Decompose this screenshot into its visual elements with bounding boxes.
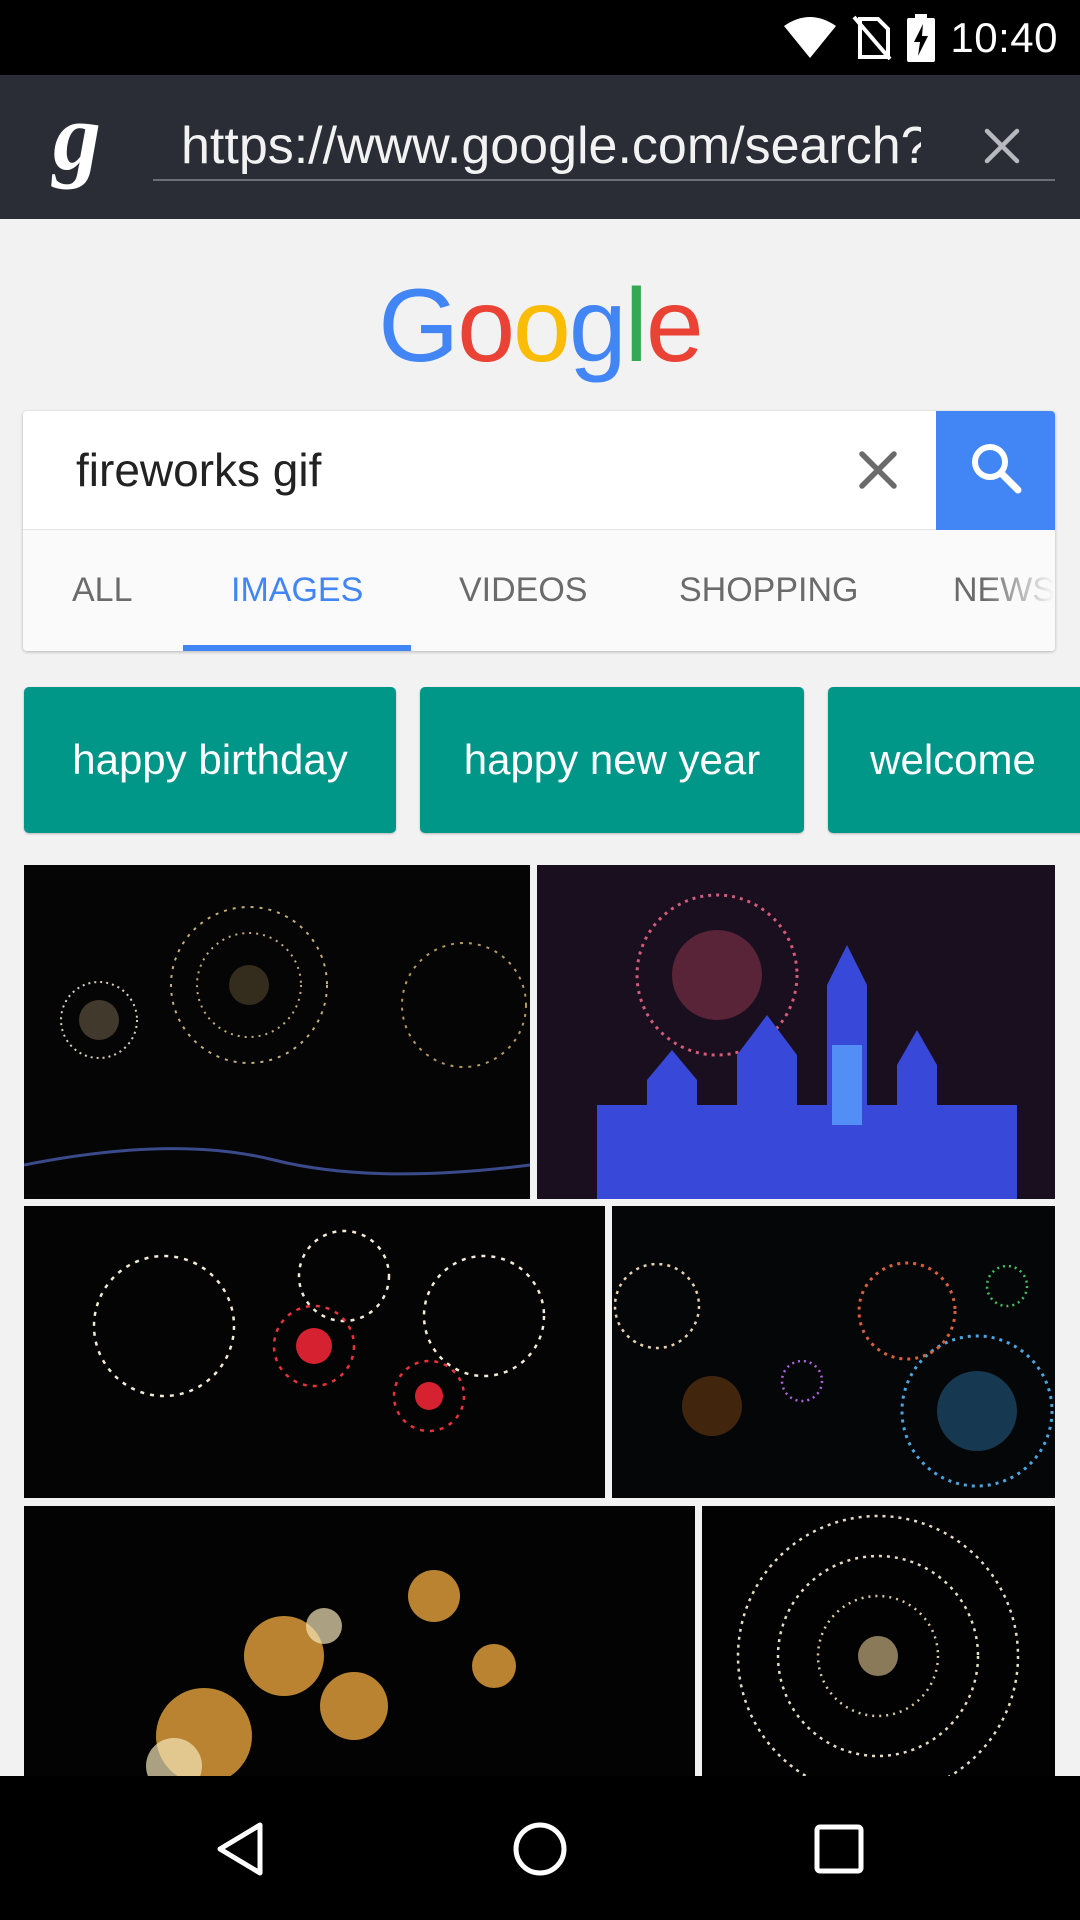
google-logo-letter: o bbox=[513, 268, 571, 384]
image-result[interactable] bbox=[24, 1506, 695, 1776]
search-input[interactable]: fireworks gif bbox=[76, 411, 321, 530]
status-bar: 10:40 bbox=[0, 0, 1080, 75]
fireworks-image bbox=[24, 1506, 695, 1776]
close-icon[interactable] bbox=[979, 123, 1025, 169]
google-logo-letter: o bbox=[457, 268, 515, 384]
suggestion-chip[interactable]: happy new year bbox=[420, 687, 804, 833]
fireworks-image bbox=[24, 1206, 605, 1498]
url-field[interactable]: https://www.google.com/search?q=firework… bbox=[153, 111, 1055, 181]
tabs-fade bbox=[985, 530, 1055, 651]
wifi-icon bbox=[782, 16, 838, 60]
tab-videos[interactable]: VIDEOS bbox=[459, 530, 587, 651]
image-result[interactable] bbox=[24, 1206, 605, 1498]
search-tabs: ALL IMAGES VIDEOS SHOPPING NEWS bbox=[23, 530, 1055, 651]
tab-shopping[interactable]: SHOPPING bbox=[679, 530, 858, 651]
suggestion-chip[interactable]: happy birthday bbox=[24, 687, 396, 833]
fireworks-image bbox=[702, 1506, 1055, 1776]
google-logo-letter: g bbox=[568, 268, 627, 384]
back-icon[interactable] bbox=[207, 1814, 277, 1884]
status-indicators: 10:40 bbox=[782, 0, 1058, 75]
fireworks-image bbox=[537, 865, 1055, 1199]
url-text[interactable]: https://www.google.com/search?q=firework… bbox=[181, 111, 921, 181]
no-sim-icon bbox=[852, 15, 892, 61]
home-icon[interactable] bbox=[505, 1814, 575, 1884]
google-logo: Google bbox=[0, 267, 1080, 386]
search-button[interactable] bbox=[936, 411, 1055, 530]
page-content: Google fireworks gif ALL IMAGES VIDEOS S… bbox=[0, 219, 1080, 1776]
google-logo-letter: e bbox=[645, 268, 704, 384]
search-box: fireworks gif ALL IMAGES VIDEOS SHOPPING… bbox=[23, 411, 1055, 651]
search-row: fireworks gif bbox=[23, 411, 1055, 530]
address-bar: g https://www.google.com/search?q=firewo… bbox=[0, 75, 1080, 219]
app-logo-letter: g bbox=[51, 97, 101, 190]
image-result[interactable] bbox=[24, 865, 530, 1199]
recents-icon[interactable] bbox=[804, 1814, 874, 1884]
fireworks-image bbox=[612, 1206, 1055, 1498]
image-result[interactable] bbox=[537, 865, 1055, 1199]
tab-images[interactable]: IMAGES bbox=[231, 530, 363, 651]
suggestion-chip[interactable]: welcome bbox=[828, 687, 1080, 833]
battery-charging-icon bbox=[906, 13, 936, 62]
app-logo[interactable]: g bbox=[34, 97, 120, 197]
fireworks-image bbox=[24, 865, 530, 1199]
status-time: 10:40 bbox=[950, 13, 1058, 61]
clear-search-icon[interactable] bbox=[855, 447, 901, 493]
google-logo-letter: G bbox=[378, 268, 459, 384]
image-result[interactable] bbox=[612, 1206, 1055, 1498]
image-result[interactable] bbox=[702, 1506, 1055, 1776]
navigation-bar bbox=[0, 1776, 1080, 1920]
active-tab-indicator bbox=[183, 645, 411, 651]
tab-all[interactable]: ALL bbox=[72, 530, 133, 651]
google-logo-letter: l bbox=[624, 268, 648, 384]
search-icon bbox=[968, 440, 1024, 501]
